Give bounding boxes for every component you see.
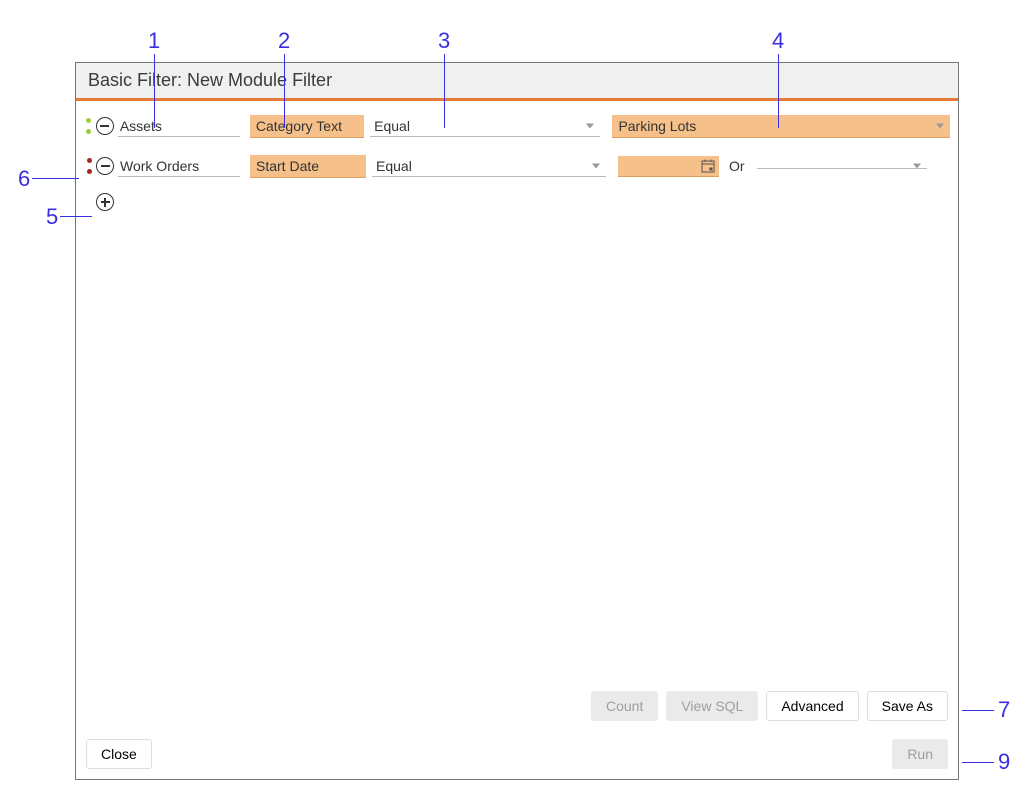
count-button[interactable]: Count: [591, 691, 658, 721]
add-row-button[interactable]: [96, 193, 114, 211]
callout-line: [60, 216, 92, 217]
or-label: Or: [729, 158, 745, 174]
status-dot-icon: [86, 118, 91, 123]
filter-row: Category Text Equal Parking Lots: [84, 113, 950, 139]
callout-line: [778, 54, 779, 128]
remove-row-button[interactable]: [96, 117, 114, 135]
operator-select-value: Equal: [374, 118, 410, 134]
callout-number: 7: [998, 697, 1010, 723]
callout-number: 2: [278, 28, 290, 54]
operator-select-value: Equal: [376, 158, 412, 174]
callout-number: 3: [438, 28, 450, 54]
bottom-button-row: Close Run: [86, 739, 948, 769]
callout-line: [32, 178, 79, 179]
callout-line: [154, 54, 155, 128]
operator-select[interactable]: Equal: [370, 116, 600, 137]
chevron-down-icon: [936, 123, 944, 128]
status-dot-icon: [87, 158, 92, 163]
value-select-value: Parking Lots: [618, 118, 696, 134]
field-select-value: Category Text: [256, 118, 342, 134]
calendar-icon: [701, 159, 715, 173]
chevron-down-icon: [913, 163, 921, 168]
row-status-dots: [84, 158, 94, 174]
callout-number: 1: [148, 28, 160, 54]
status-dot-icon: [87, 169, 92, 174]
add-row: [96, 193, 950, 211]
module-input[interactable]: [118, 116, 240, 137]
value-select[interactable]: Parking Lots: [612, 115, 950, 138]
advanced-button[interactable]: Advanced: [766, 691, 858, 721]
filter-dialog: Basic Filter: New Module Filter Category…: [75, 62, 959, 780]
callout-line: [962, 762, 994, 763]
date-input[interactable]: [618, 156, 719, 177]
action-button-row: Count View SQL Advanced Save As: [591, 691, 948, 721]
or-value-select[interactable]: [757, 164, 927, 169]
view-sql-button[interactable]: View SQL: [666, 691, 758, 721]
filter-row: Start Date Equal Or: [84, 153, 950, 179]
field-select[interactable]: Start Date: [250, 155, 366, 178]
field-select[interactable]: Category Text: [250, 115, 364, 138]
callout-number: 4: [772, 28, 784, 54]
dialog-title: Basic Filter: New Module Filter: [88, 70, 946, 91]
dialog-body: Category Text Equal Parking Lots Start D…: [76, 101, 958, 779]
callout-line: [284, 54, 285, 128]
row-status-dots: [84, 118, 94, 134]
callout-line: [962, 710, 994, 711]
chevron-down-icon: [586, 123, 594, 128]
callout-number: 6: [18, 166, 30, 192]
save-as-button[interactable]: Save As: [867, 691, 948, 721]
chevron-down-icon: [592, 163, 600, 168]
callout-line: [444, 54, 445, 128]
run-button[interactable]: Run: [892, 739, 948, 769]
callout-number: 5: [46, 204, 58, 230]
module-input[interactable]: [118, 156, 240, 177]
status-dot-icon: [86, 129, 91, 134]
operator-select[interactable]: Equal: [372, 156, 606, 177]
callout-number: 9: [998, 749, 1010, 775]
close-button[interactable]: Close: [86, 739, 152, 769]
dialog-header: Basic Filter: New Module Filter: [76, 63, 958, 101]
remove-row-button[interactable]: [96, 157, 114, 175]
field-select-value: Start Date: [256, 158, 319, 174]
